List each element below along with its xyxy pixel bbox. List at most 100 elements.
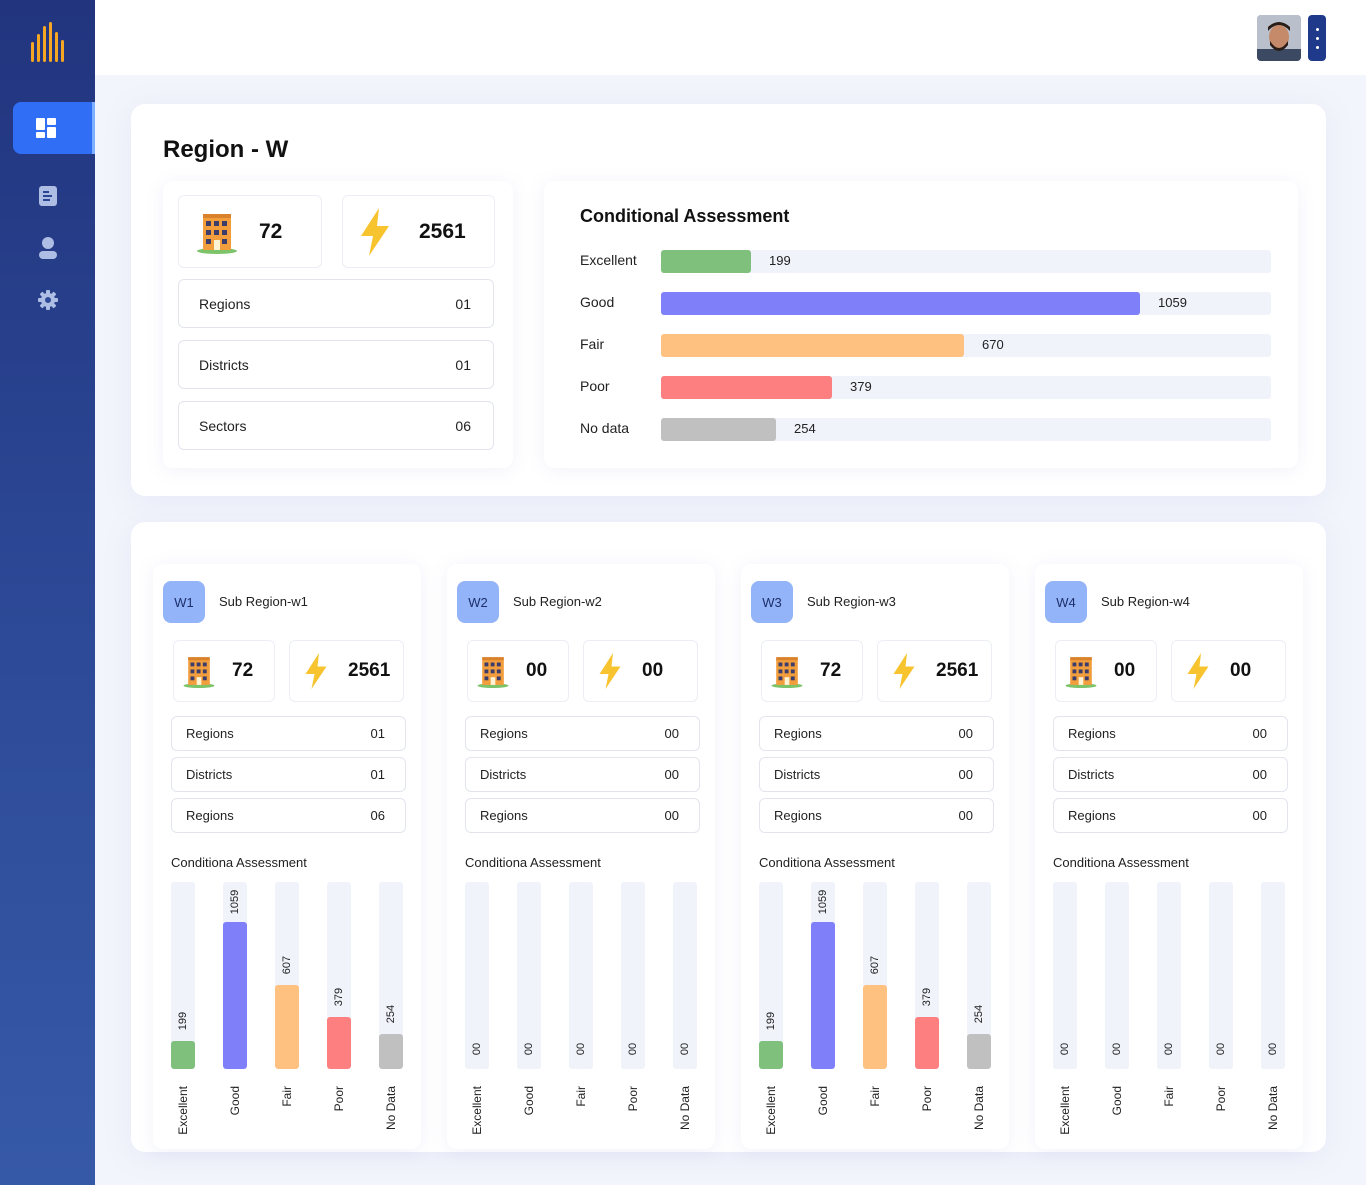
assessment-value: 1059 [817, 889, 829, 915]
assessment-bar[interactable] [379, 1034, 403, 1069]
logo-icon [31, 22, 64, 62]
stat-row[interactable]: Regions 00 [1053, 798, 1288, 833]
assessment-value: 00 [523, 1042, 535, 1056]
buildings-count: 00 [526, 660, 548, 681]
stat-row[interactable]: Districts 00 [465, 757, 700, 792]
assessment-bar[interactable] [275, 985, 299, 1069]
assessment-bar-track: 199 [661, 250, 1271, 273]
assessment-label: Excellent [176, 1086, 190, 1135]
assessment-label: Excellent [580, 252, 637, 268]
row-value: 00 [958, 808, 973, 823]
stat-row[interactable]: Districts 01 [171, 757, 406, 792]
assessment-value: 670 [982, 337, 1004, 352]
stat-row[interactable]: Districts 00 [1053, 757, 1288, 792]
assessment-bar[interactable] [223, 922, 247, 1069]
assessment-bar[interactable] [661, 292, 1140, 315]
assessment-label: No Data [384, 1086, 398, 1131]
document-icon [38, 186, 57, 206]
assessment-label: No Data [678, 1086, 692, 1131]
assessment-label: Poor [1214, 1086, 1228, 1112]
assessment-value: 199 [769, 253, 791, 268]
power-stat: 2561 [877, 640, 992, 702]
stat-row[interactable]: Regions 00 [1053, 716, 1288, 751]
stat-row[interactable]: Regions 06 [171, 798, 406, 833]
avatar-image [1257, 15, 1301, 61]
assessment-bar-track [327, 882, 351, 1069]
row-label: Districts [1068, 767, 1115, 782]
assessment-bar[interactable] [661, 334, 964, 357]
nav-documents[interactable] [0, 176, 95, 216]
subregion-assessment-title: Conditiona Assessment [171, 855, 307, 870]
assessment-bar-track [379, 882, 403, 1069]
assessment-bar[interactable] [759, 1041, 783, 1069]
assessment-title: Conditional Assessment [580, 206, 790, 226]
kebab-dot [1315, 27, 1319, 31]
assessment-bar[interactable] [661, 418, 776, 441]
nav-dashboard[interactable] [13, 102, 95, 154]
stat-row[interactable]: Districts 00 [759, 757, 994, 792]
stat-row[interactable]: Regions 00 [465, 798, 700, 833]
row-label: Districts [774, 767, 821, 782]
assessment-value: 379 [921, 987, 933, 1007]
building-icon [1065, 657, 1097, 688]
assessment-bar[interactable] [863, 985, 887, 1069]
row-value: 01 [370, 726, 385, 741]
assessment-label: Good [1110, 1086, 1124, 1116]
assessment-value: 379 [333, 987, 345, 1007]
assessment-value: 00 [1163, 1042, 1175, 1056]
assessment-label: Good [522, 1086, 536, 1116]
assessment-value: 00 [1215, 1042, 1227, 1056]
building-icon [183, 657, 215, 688]
subregion-badge[interactable]: W4 [1045, 581, 1087, 623]
assessment-bar[interactable] [171, 1041, 195, 1069]
stat-row[interactable]: Regions 01 [171, 716, 406, 751]
assessment-bar[interactable] [811, 922, 835, 1069]
assessment-bar[interactable] [967, 1034, 991, 1069]
assessment-value: 00 [627, 1042, 639, 1056]
row-label: Regions [480, 808, 528, 823]
assessment-value: 199 [177, 1011, 189, 1031]
districts-row[interactable]: Districts 01 [178, 340, 494, 389]
assessment-label: Fair [280, 1086, 294, 1107]
subregion-badge[interactable]: W3 [751, 581, 793, 623]
subregion-assessment-title: Conditiona Assessment [1053, 855, 1189, 870]
sectors-row[interactable]: Sectors 06 [178, 401, 494, 450]
assessment-value: 00 [575, 1042, 587, 1056]
buildings-stat: 72 [173, 640, 275, 702]
subregion-name: Sub Region-w4 [1101, 594, 1190, 609]
assessment-bar-track: 254 [661, 418, 1271, 441]
subregion-badge[interactable]: W2 [457, 581, 499, 623]
nav-users[interactable] [0, 228, 95, 268]
assessment-label: Poor [580, 378, 610, 394]
subregion-card: W1 Sub Region-w1 72 2561 Regions 01 Dist… [153, 564, 421, 1149]
assessment-label: Excellent [764, 1086, 778, 1135]
subregion-badge[interactable]: W1 [163, 581, 205, 623]
building-icon [771, 657, 803, 688]
kebab-dot [1315, 45, 1319, 49]
dashboard-icon [36, 118, 56, 138]
assessment-bar[interactable] [915, 1017, 939, 1069]
row-label: Districts [186, 767, 233, 782]
user-avatar[interactable] [1257, 15, 1301, 61]
regions-row[interactable]: Regions 01 [178, 279, 494, 328]
assessment-bar[interactable] [327, 1017, 351, 1069]
row-label: Regions [186, 726, 234, 741]
assessment-bar[interactable] [661, 250, 751, 273]
subregion-card: W2 Sub Region-w2 00 00 Regions 00 Distri… [447, 564, 715, 1149]
buildings-stat: 72 [178, 195, 322, 268]
nav-settings[interactable] [0, 280, 95, 320]
more-menu-button[interactable] [1308, 15, 1326, 61]
power-count: 2561 [419, 219, 466, 243]
lightning-icon [361, 207, 389, 256]
assessment-label: Good [228, 1086, 242, 1116]
lightning-icon [305, 653, 327, 689]
stat-row[interactable]: Regions 00 [759, 716, 994, 751]
assessment-value: 607 [281, 955, 293, 975]
stat-row[interactable]: Regions 00 [759, 798, 994, 833]
row-label: Regions [480, 726, 528, 741]
stat-row[interactable]: Regions 00 [465, 716, 700, 751]
assessment-bar[interactable] [661, 376, 832, 399]
subregion-name: Sub Region-w3 [807, 594, 896, 609]
assessment-label: Poor [332, 1086, 346, 1112]
row-label: Districts [480, 767, 527, 782]
